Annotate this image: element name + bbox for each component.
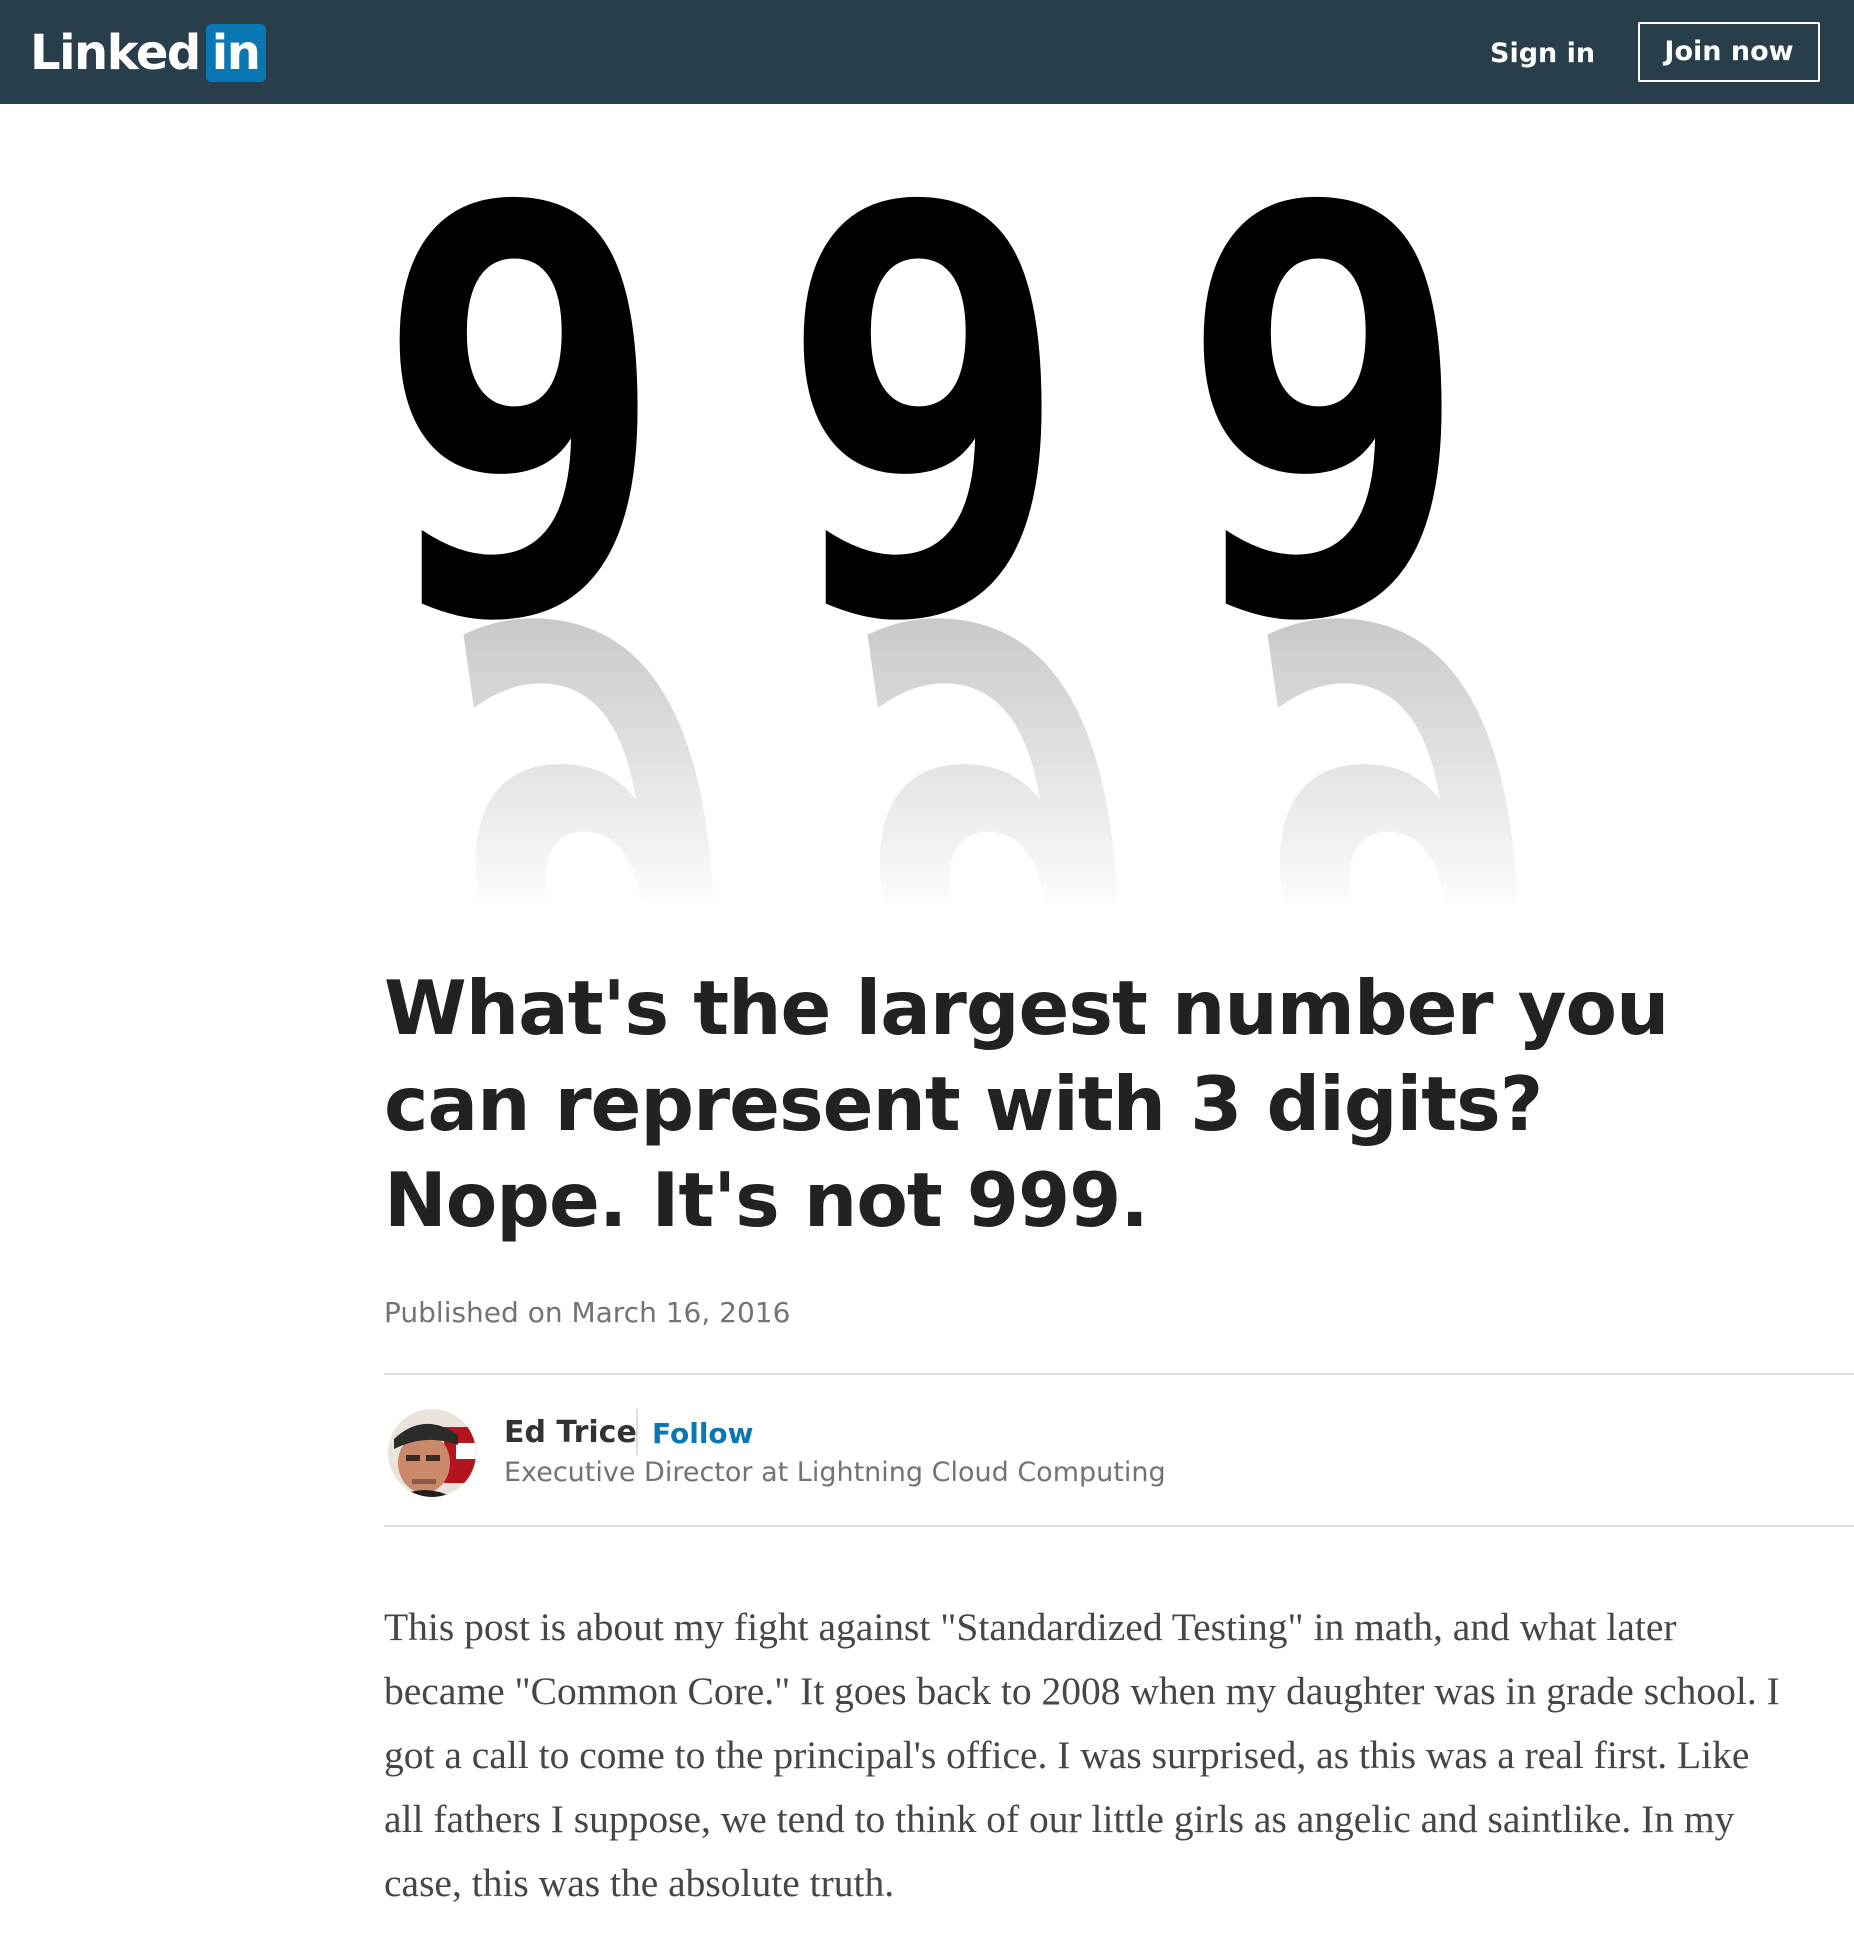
author-headline: Executive Director at Lightning Cloud Co…	[504, 1457, 1166, 1488]
top-nav-bar: Linked in Sign in Join now	[0, 0, 1854, 104]
linkedin-logo[interactable]: Linked in	[30, 24, 267, 82]
sign-in-link[interactable]: Sign in	[1490, 26, 1595, 82]
article-hero-image: 9 9 9 9 9 9	[385, 104, 1854, 904]
avatar[interactable]	[388, 1409, 476, 1497]
published-date: Published on March 16, 2016	[384, 1296, 791, 1329]
author-name[interactable]: Ed Trice	[504, 1415, 637, 1450]
body-line: case, this was the absolute truth.	[384, 1861, 895, 1905]
article-body: This post is about my fight against "Sta…	[384, 1595, 1854, 1915]
body-line: This post is about my fight against "Sta…	[384, 1605, 1677, 1649]
body-line: all fathers I suppose, we tend to think …	[384, 1797, 1735, 1841]
article-title: What's the largest number you can repres…	[384, 964, 1669, 1244]
article-content: What's the largest number you can repres…	[384, 960, 1854, 1915]
join-now-button[interactable]: Join now	[1638, 22, 1820, 82]
follow-button[interactable]: Follow	[652, 1417, 754, 1450]
logo-in-badge: in	[205, 24, 267, 82]
body-line: got a call to come to the principal's of…	[384, 1733, 1750, 1777]
body-line: became "Common Core." It goes back to 20…	[384, 1669, 1780, 1713]
author-bar: Ed Trice Follow Executive Director at Li…	[384, 1373, 1854, 1527]
author-divider	[636, 1409, 638, 1455]
logo-wordmark: Linked	[30, 25, 201, 81]
